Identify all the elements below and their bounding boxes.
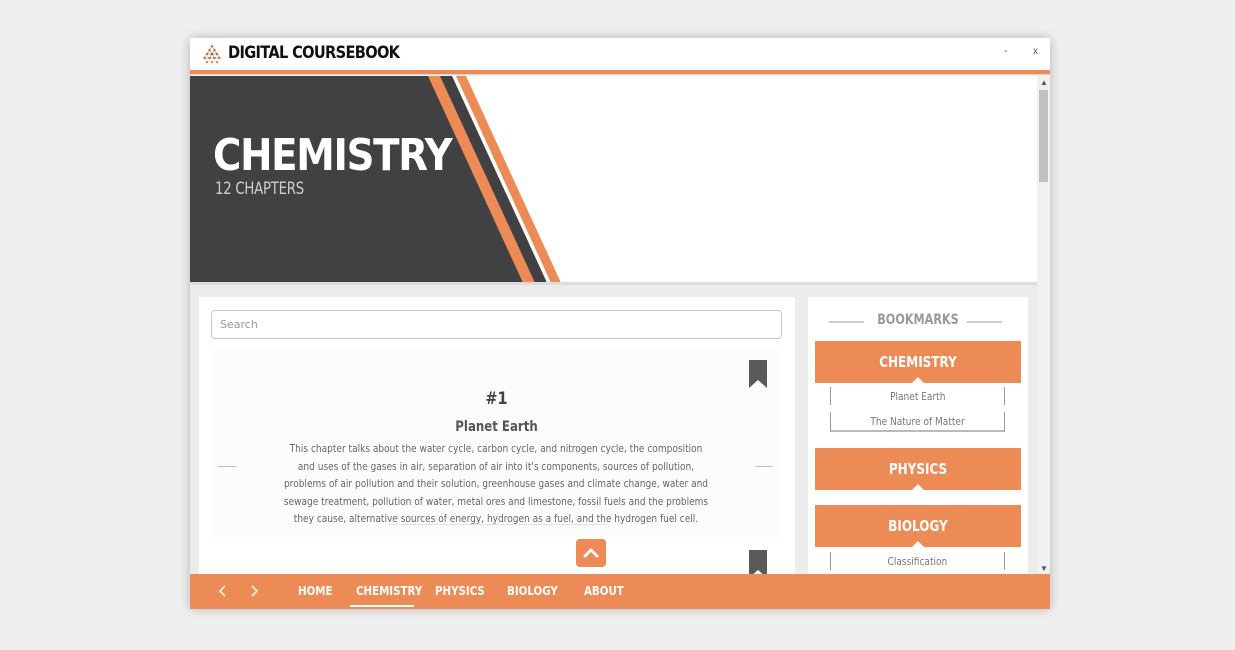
bookmark-item[interactable]: Classification [830,552,1005,570]
bookmark-icon[interactable] [749,360,767,388]
chevron-right-icon[interactable] [247,582,261,600]
nav-biology[interactable]: BIOLOGY [507,574,558,609]
divider [218,466,236,467]
divider [755,466,773,467]
bookmark-item[interactable]: The Nature of Matter [830,412,1005,432]
bookmarks-heading: BOOKMARKS [877,312,959,328]
bookmark-item-label: The Nature of Matter [870,415,965,428]
title-accent-bar [190,70,1050,75]
hero-banner: CHEMISTRY 12 CHAPTERS [190,76,1037,285]
bookmark-icon[interactable] [749,550,767,574]
app-window: DIGITAL COURSEBOOK - x CHEMISTRY 12 CHAP… [190,38,1050,609]
category-label: BIOLOGY [888,517,948,535]
content-scroll-area[interactable]: CHEMISTRY 12 CHAPTERS #1 Planet Earth Th… [190,76,1037,574]
close-button[interactable]: x [1033,46,1038,57]
bookmark-item[interactable]: Planet Earth [830,387,1005,405]
nav-physics[interactable]: PHYSICS [435,574,485,609]
chapter-count: 12 CHAPTERS [215,179,304,199]
nav-home[interactable]: HOME [298,574,333,609]
category-label: PHYSICS [888,460,948,478]
divider [389,524,605,525]
bookmark-category-physics[interactable]: PHYSICS [815,448,1021,490]
scroll-down-icon[interactable]: ▼ [1040,564,1048,573]
active-nav-indicator [350,605,414,607]
bookmarks-panel: BOOKMARKS CHEMISTRY Planet Earth The Nat… [808,297,1028,574]
bottom-nav-bar: HOME CHEMISTRY PHYSICS BIOLOGY ABOUT [190,574,1050,609]
chapter-number: #1 [485,389,508,409]
minimize-button[interactable]: - [1004,46,1007,57]
chapter-title: Planet Earth [455,419,538,435]
bookmark-item-label: Classification [887,555,948,568]
vertical-scrollbar[interactable]: ▲ ▼ [1037,76,1050,574]
chevron-up-icon[interactable] [576,539,606,567]
chapter-description: This chapter talks about the water cycle… [283,442,709,525]
bookmark-item-label: Planet Earth [889,390,946,403]
scrollbar-thumb[interactable] [1039,90,1048,182]
bookmark-category-biology[interactable]: BIOLOGY [815,505,1021,547]
bookmark-category-chemistry[interactable]: CHEMISTRY [815,341,1021,383]
chapter-card[interactable]: #1 Planet Earth This chapter talks about… [211,348,782,538]
app-title: DIGITAL COURSEBOOK [228,43,400,63]
title-bar: DIGITAL COURSEBOOK - x [190,38,1050,70]
search-input[interactable] [211,310,782,339]
category-label: CHEMISTRY [879,353,957,371]
scroll-up-icon[interactable]: ▲ [1040,78,1048,87]
chapter-list-panel: #1 Planet Earth This chapter talks about… [199,297,795,574]
nav-about[interactable]: ABOUT [584,574,624,609]
nav-chemistry[interactable]: CHEMISTRY [356,574,422,609]
chevron-left-icon[interactable] [216,582,230,600]
subject-title: CHEMISTRY [213,130,453,181]
bookmarks-header: BOOKMARKS [808,311,1028,331]
logo-icon [203,44,221,64]
